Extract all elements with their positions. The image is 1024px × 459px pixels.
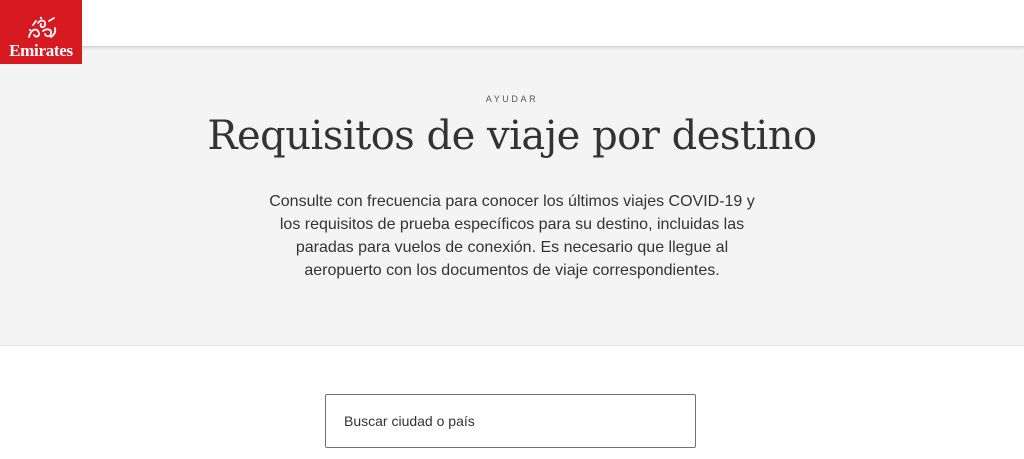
logo-wordmark: Emirates [9,41,73,60]
page-description: Consulte con frecuencia para conocer los… [269,193,755,279]
top-header [0,0,1024,47]
search-input[interactable] [325,394,696,448]
emirates-logo-link[interactable]: Emirates [0,0,82,64]
page-title: Requisitos de viaje por destino [207,113,817,159]
hero-section: AYUDAR Requisitos de viaje por destino C… [0,47,1024,346]
emirates-calligraphy-icon [28,16,57,38]
breadcrumb-eyebrow: AYUDAR [485,94,539,104]
